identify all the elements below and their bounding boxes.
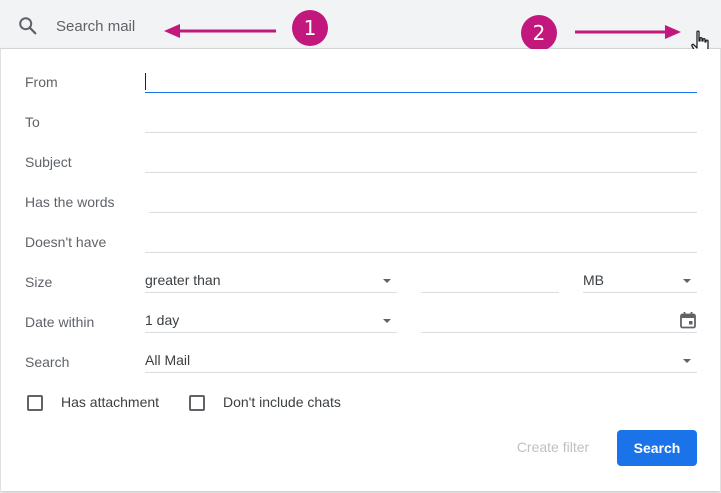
date-field[interactable] [421,309,697,333]
dropdown-arrow-icon [383,279,391,283]
advanced-search-panel: From To Subject Has the words Doesn't ha… [0,49,721,491]
from-label: From [25,74,58,90]
doesnt-have-label: Doesn't have [25,234,107,250]
to-label: To [25,114,40,130]
search-scope-select[interactable]: All Mail [145,349,697,373]
has-the-words-field[interactable] [149,189,697,213]
size-value-field[interactable] [421,269,559,293]
size-operator-select[interactable]: greater than [145,269,397,293]
subject-label: Subject [25,154,72,170]
size-unit-select[interactable]: MB [583,269,697,293]
search-button[interactable]: Search [617,430,697,466]
dont-include-chats-checkbox[interactable] [189,395,205,411]
dropdown-arrow-icon [683,279,691,283]
subject-field[interactable] [145,149,697,173]
search-scope-value: All Mail [145,352,191,368]
has-attachment-checkbox[interactable] [27,395,43,411]
annotation-arrow-right [575,25,681,39]
has-the-words-label: Has the words [25,194,115,210]
annotation-arrow-left [164,24,276,38]
search-scope-label: Search [25,354,70,370]
annotation-badge-2: 2 [521,15,557,51]
has-attachment-label[interactable]: Has attachment [61,394,159,410]
text-caret [145,73,146,90]
search-icon[interactable] [17,15,39,37]
size-operator-value: greater than [145,272,221,288]
calendar-icon[interactable] [679,311,697,329]
dont-include-chats-label[interactable]: Don't include chats [223,394,341,410]
dropdown-arrow-icon [683,359,691,363]
from-field[interactable] [145,69,697,93]
create-filter-button[interactable]: Create filter [505,429,601,465]
date-within-label: Date within [25,314,95,330]
size-label: Size [25,274,53,290]
annotation-badge-1: 1 [292,10,328,46]
size-unit-value: MB [583,272,604,288]
to-field[interactable] [145,109,697,133]
dropdown-arrow-icon [383,319,391,323]
date-within-value: 1 day [145,312,180,328]
date-within-select[interactable]: 1 day [145,309,397,333]
doesnt-have-field[interactable] [145,229,697,253]
search-bar: 1 2 [0,0,721,55]
